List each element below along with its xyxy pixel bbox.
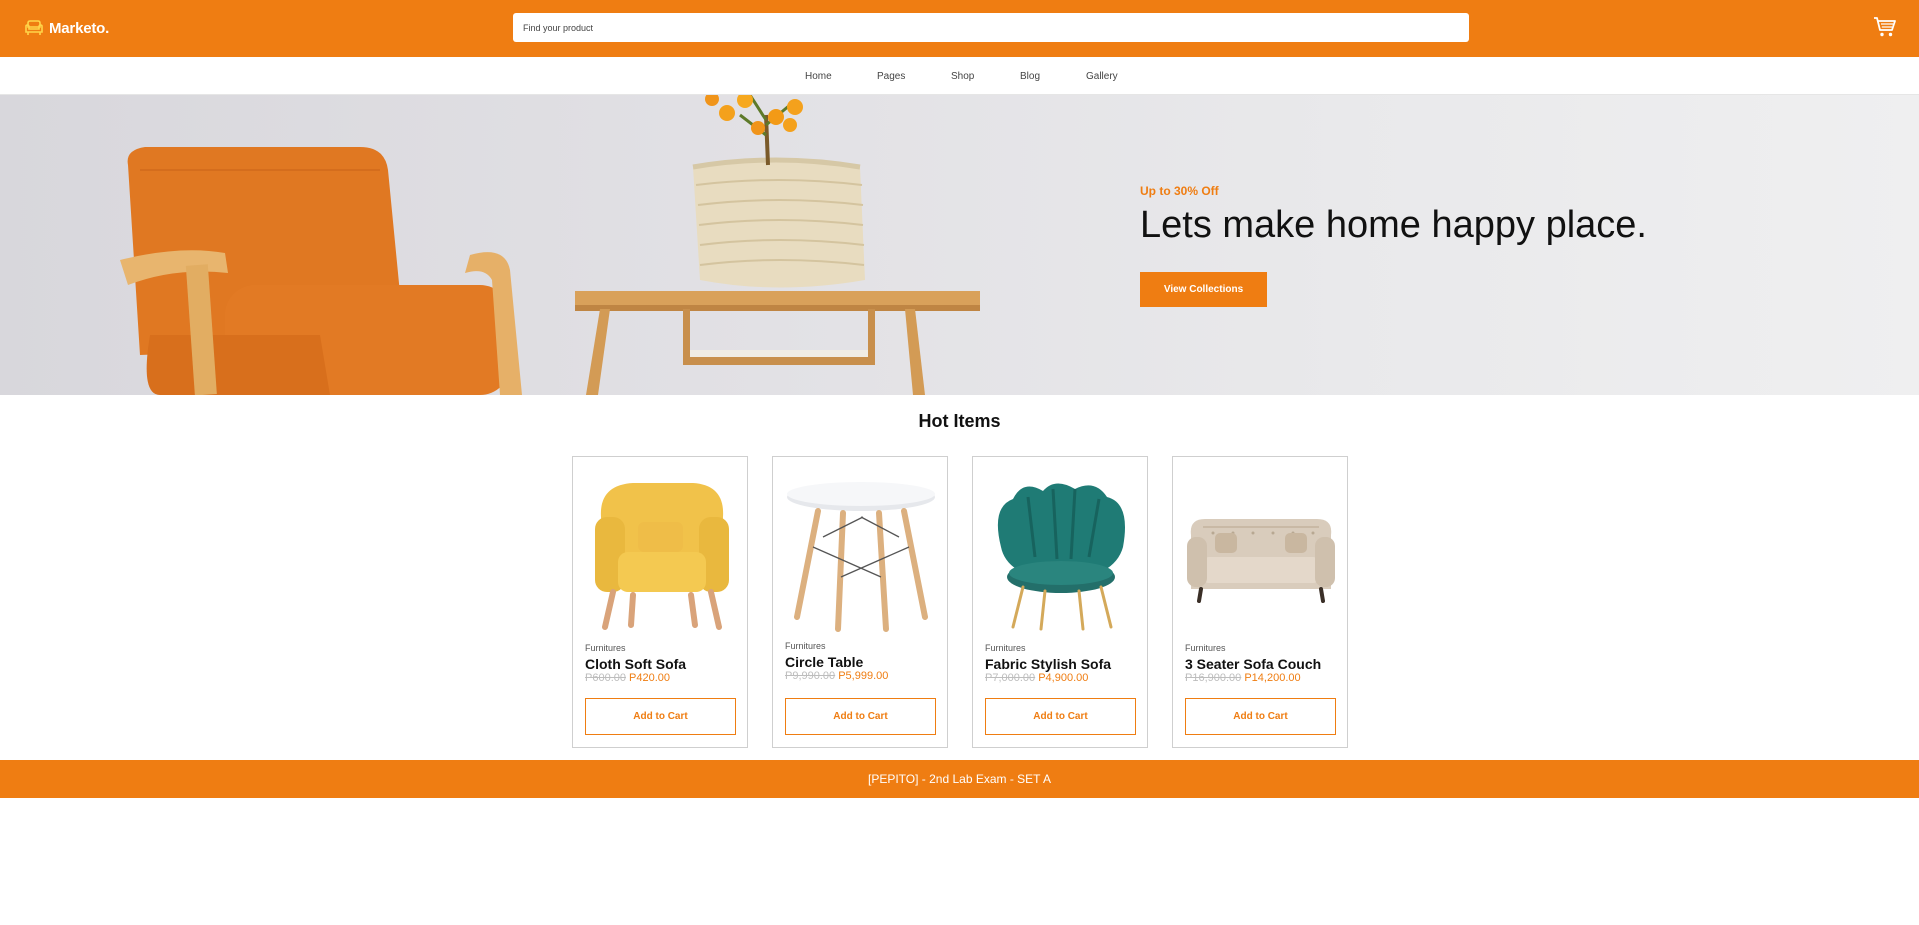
product-old-price: P9,990.00: [785, 670, 836, 682]
product-price: P420.00: [629, 672, 671, 684]
product-category: Furnitures: [1185, 643, 1226, 653]
cart-icon[interactable]: [1873, 16, 1897, 38]
product-old-price: P7,000.00: [985, 672, 1036, 684]
beige-sofa-image: [1187, 519, 1335, 603]
product-old-price: P600.00: [585, 672, 626, 684]
sofa-icon: [25, 20, 43, 35]
product-old-price: P16,900.00: [1185, 672, 1242, 684]
add-to-cart-button[interactable]: Add to Cart: [985, 698, 1136, 735]
product-prices: P7,000.00 P4,900.00: [985, 672, 1088, 684]
product-category: Furnitures: [985, 643, 1026, 653]
footer-text: [PEPITO] - 2nd Lab Exam - SET A: [868, 772, 1051, 786]
yellow-armchair-image: [595, 483, 729, 630]
nav-home[interactable]: Home: [805, 71, 832, 82]
round-table-image: [787, 482, 935, 632]
add-to-cart-button[interactable]: Add to Cart: [1185, 698, 1336, 735]
hero-title: Lets make home happy place.: [1140, 204, 1647, 246]
product-card: Furnitures Fabric Stylish Sofa P7,000.00…: [972, 456, 1148, 748]
hero-banner: Up to 30% Off Lets make home happy place…: [0, 95, 1919, 395]
top-header: Marketo.: [0, 0, 1919, 57]
product-price: P14,200.00: [1244, 672, 1301, 684]
product-prices: P600.00 P420.00: [585, 672, 670, 684]
product-card: Furnitures Circle Table P9,990.00 P5,999…: [772, 456, 948, 748]
product-category: Furnitures: [785, 641, 826, 651]
product-name: Cloth Soft Sofa: [585, 656, 687, 672]
armchair-illustration: [120, 147, 522, 395]
potted-plant-illustration: [692, 95, 865, 288]
nav-gallery[interactable]: Gallery: [1086, 71, 1118, 82]
footer-bar: [PEPITO] - 2nd Lab Exam - SET A: [0, 760, 1919, 798]
brand-logo[interactable]: Marketo.: [24, 17, 109, 39]
nav-shop[interactable]: Shop: [951, 71, 974, 82]
side-table-illustration: [575, 291, 980, 395]
view-collections-button[interactable]: View Collections: [1140, 272, 1267, 307]
hero-offer-label: Up to 30% Off: [1140, 184, 1219, 198]
product-name: Fabric Stylish Sofa: [985, 656, 1112, 672]
product-name: 3 Seater Sofa Couch: [1185, 656, 1322, 672]
product-price: P4,900.00: [1038, 672, 1089, 684]
main-nav: Home Pages Shop Blog Gallery: [0, 57, 1919, 95]
product-prices: P16,900.00 P14,200.00: [1185, 672, 1301, 684]
add-to-cart-button[interactable]: Add to Cart: [785, 698, 936, 735]
product-price: P5,999.00: [838, 670, 889, 682]
add-to-cart-button[interactable]: Add to Cart: [585, 698, 736, 735]
brand-name: Marketo.: [49, 19, 110, 37]
nav-blog[interactable]: Blog: [1020, 71, 1040, 82]
product-card: Furnitures Cloth Soft Sofa P600.00 P420.…: [572, 456, 748, 748]
section-title: Hot Items: [918, 411, 1001, 431]
teal-shell-chair-image: [997, 483, 1125, 631]
product-category: Furnitures: [585, 643, 626, 653]
search-input[interactable]: [513, 13, 1469, 42]
product-prices: P9,990.00 P5,999.00: [785, 670, 888, 682]
product-card: Furnitures 3 Seater Sofa Couch P16,900.0…: [1172, 456, 1348, 748]
nav-pages[interactable]: Pages: [877, 71, 905, 82]
product-name: Circle Table: [785, 654, 864, 670]
